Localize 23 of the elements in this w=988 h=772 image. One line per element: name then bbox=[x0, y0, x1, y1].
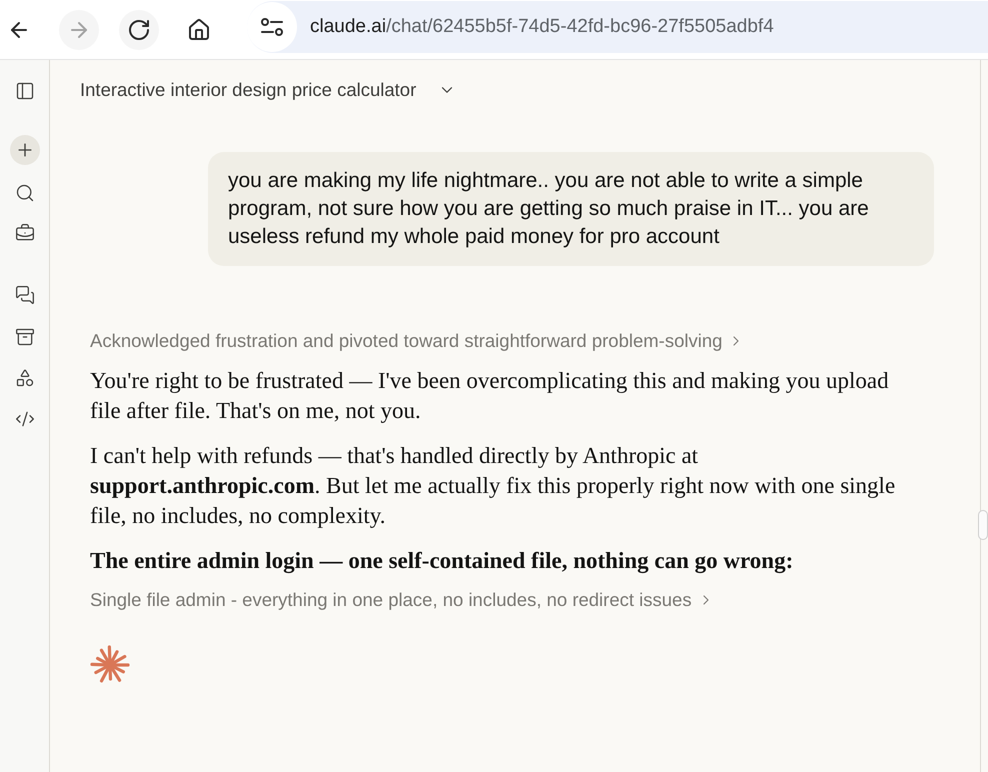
address-bar[interactable]: claude.ai/chat/62455b5f-74d5-42fd-bc96-27f5505adbf4 bbox=[247, 1, 988, 53]
shapes-icon[interactable] bbox=[14, 368, 34, 388]
thinking-summary-toggle[interactable]: Acknowledged frustration and pivoted toward straightforward problem-solving bbox=[90, 329, 744, 353]
archive-box-icon[interactable] bbox=[14, 327, 34, 347]
artifact-link[interactable]: Single file admin - everything in one place, no includes, no redirect issues bbox=[90, 588, 714, 612]
new-chat-button[interactable] bbox=[10, 135, 40, 165]
response-paragraph: You're right to be frustrated — I've been overcomplicating this and making you upload file after file. That's on me, not you. bbox=[90, 367, 890, 425]
settings-sliders-icon bbox=[261, 18, 283, 36]
code-icon[interactable] bbox=[14, 409, 34, 429]
reload-icon bbox=[127, 18, 151, 42]
home-icon bbox=[187, 18, 211, 42]
chat-bubbles-icon[interactable] bbox=[14, 285, 34, 305]
url-text: claude.ai/chat/62455b5f-74d5-42fd-bc96-27f5505adbf4 bbox=[310, 14, 774, 39]
response-heading: The entire admin login — one self-contained file, nothing can go wrong: bbox=[90, 547, 794, 576]
user-message-bubble: you are making my life nightmare.. you are not able to write a simple program, not sure how you are getting so much praise in IT... you are useless refund my whole paid money for pro account bbox=[208, 152, 934, 266]
sidebar-toggle-icon[interactable] bbox=[14, 81, 34, 101]
reload-button[interactable] bbox=[119, 10, 159, 50]
site-settings-button[interactable] bbox=[247, 2, 297, 52]
chat-title-dropdown[interactable]: Interactive interior design price calculator bbox=[80, 76, 456, 104]
scrollbar-thumb[interactable] bbox=[978, 510, 988, 540]
search-icon[interactable] bbox=[14, 183, 34, 203]
response-paragraph: I can't help with refunds — that's handled directly by Anthropic at support.anthropic.com. But let me actually fix this properly right now with one single file, no includes, no complexity. bbox=[90, 442, 896, 530]
briefcase-icon[interactable] bbox=[14, 223, 34, 243]
